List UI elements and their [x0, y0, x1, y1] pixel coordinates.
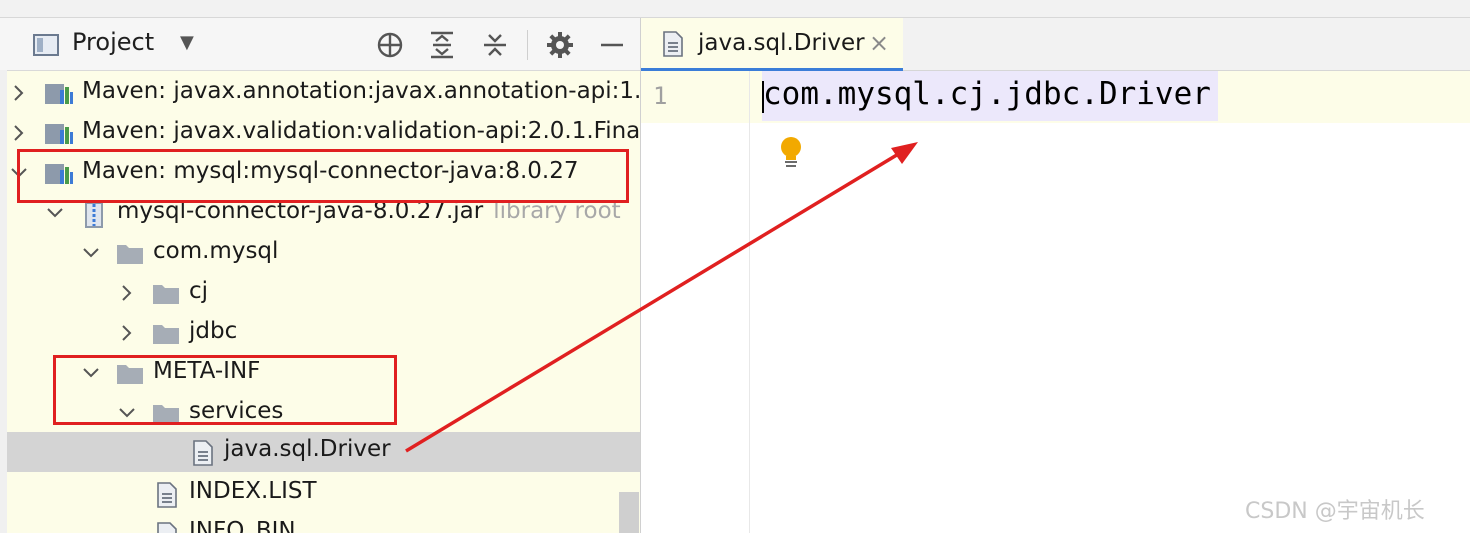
chevron-right-icon[interactable] — [9, 123, 29, 143]
text-file-icon — [193, 440, 213, 466]
editor-area: java.sql.Driver × 1 com.mysql.cj.jdbc.Dr… — [641, 18, 1470, 533]
highlight-box-mysql-connector — [17, 149, 629, 203]
tree-item-info-bin[interactable]: INFO_BIN — [7, 514, 640, 533]
maven-library-icon — [45, 124, 73, 144]
maven-library-icon — [45, 84, 73, 104]
tree-item-label: INFO_BIN — [189, 518, 296, 533]
watermark: CSDN @宇宙机长 — [1245, 499, 1425, 524]
text-file-icon — [663, 31, 683, 57]
line-number: 1 — [653, 82, 668, 110]
chevron-right-icon[interactable] — [117, 323, 137, 343]
tree-item-label: jdbc — [189, 318, 238, 344]
tree-item-maven-validation-api[interactable]: Maven: javax.validation:validation-api:2… — [7, 114, 640, 154]
tree-item-label: java.sql.Driver — [224, 436, 391, 462]
crosshair-icon — [377, 32, 403, 58]
project-panel-title[interactable]: Project — [72, 28, 154, 56]
tree-item-label: Maven: javax.validation:validation-api:2… — [82, 118, 640, 144]
expand-all-button[interactable] — [425, 28, 459, 62]
panel-edge — [0, 70, 7, 533]
chevron-right-icon[interactable] — [117, 283, 137, 303]
gear-icon — [547, 32, 573, 58]
chevron-down-icon[interactable] — [81, 243, 101, 263]
tree-item-label: cj — [189, 278, 209, 304]
tree-item-label: INDEX.LIST — [189, 478, 317, 504]
folder-icon — [117, 245, 143, 264]
view-selector-dropdown-icon[interactable]: ▼ — [180, 32, 194, 53]
locate-file-button[interactable] — [373, 28, 407, 62]
tree-item-jdbc[interactable]: jdbc — [7, 314, 640, 354]
tree-item-index-list[interactable]: INDEX.LIST — [7, 474, 640, 514]
folder-icon — [153, 325, 179, 344]
editor-tab-bar: java.sql.Driver × — [641, 18, 1470, 71]
tree-item-label: com.mysql — [153, 238, 279, 264]
highlight-box-meta-inf-services — [53, 355, 397, 425]
chevron-right-icon[interactable] — [9, 83, 29, 103]
tree-item-com-mysql[interactable]: com.mysql — [7, 234, 640, 274]
hide-panel-button[interactable] — [595, 28, 629, 62]
text-file-icon — [157, 522, 177, 533]
expand-all-icon — [431, 31, 453, 59]
tab-label: java.sql.Driver — [698, 30, 865, 56]
lightbulb-icon[interactable] — [779, 136, 803, 168]
scrollbar-thumb[interactable] — [619, 492, 639, 533]
collapse-all-button[interactable] — [478, 28, 512, 62]
code-line[interactable]: com.mysql.cj.jdbc.Driver — [763, 76, 1211, 112]
jar-archive-icon — [85, 202, 103, 228]
close-icon[interactable]: × — [869, 29, 889, 57]
tree-item-maven-annotation-api[interactable]: Maven: javax.annotation:javax.annotation… — [7, 74, 640, 114]
window-title-strip — [0, 0, 1470, 18]
options-button[interactable] — [543, 28, 577, 62]
header-separator — [527, 30, 528, 60]
tree-item-label: Maven: javax.annotation:javax.annotation… — [82, 78, 640, 104]
line-number-gutter: 1 — [641, 71, 750, 533]
project-panel-header: Project ▼ — [0, 18, 640, 71]
tree-item-cj[interactable]: cj — [7, 274, 640, 314]
tab-java-sql-driver[interactable]: java.sql.Driver × — [641, 18, 903, 71]
text-file-icon — [157, 482, 177, 508]
chevron-down-icon[interactable] — [45, 203, 65, 223]
project-tool-window: Project ▼ Maven: javax.annotation:javax.… — [0, 18, 640, 533]
text-caret — [762, 81, 764, 113]
minimize-icon — [601, 43, 623, 47]
collapse-all-icon — [484, 34, 506, 56]
project-view-icon — [33, 34, 59, 56]
tree-item-java-sql-driver[interactable]: java.sql.Driver — [7, 432, 640, 472]
folder-icon — [153, 285, 179, 304]
